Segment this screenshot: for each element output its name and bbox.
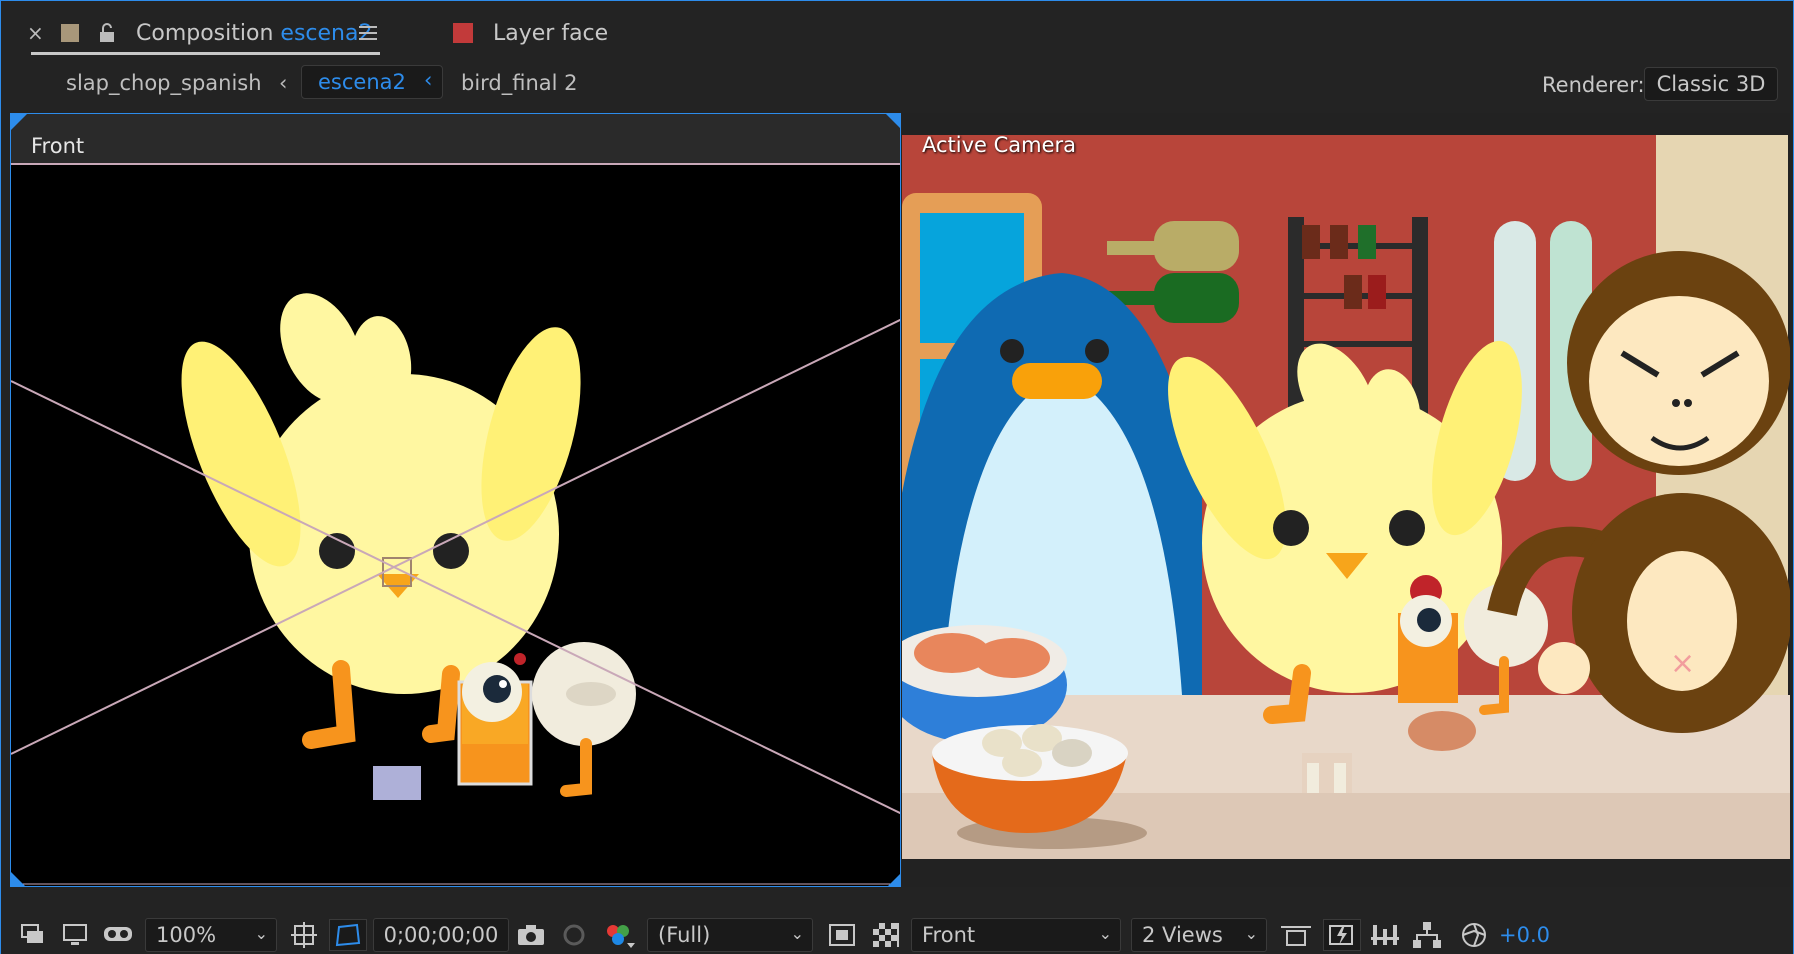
composition-color-swatch[interactable] bbox=[61, 15, 79, 51]
region-of-interest-icon[interactable] bbox=[329, 919, 367, 951]
breadcrumb-item-slap-chop[interactable]: slap_chop_spanish bbox=[66, 71, 262, 95]
timeline-icon[interactable] bbox=[1371, 919, 1399, 951]
close-icon[interactable]: × bbox=[27, 15, 44, 51]
svg-text:×: × bbox=[1670, 646, 1695, 681]
breadcrumb-item-active[interactable]: escena2 ‹ bbox=[301, 65, 443, 99]
front-view[interactable]: Front bbox=[10, 113, 901, 887]
composition-panel: × Composition escena2 Layer face slap_ch… bbox=[0, 0, 1794, 954]
channel-rgb-icon[interactable] bbox=[603, 919, 635, 951]
camera-gizmo[interactable] bbox=[373, 766, 421, 800]
resolution-dropdown[interactable]: (Full) ⌄ bbox=[647, 918, 813, 952]
layout-value: 2 Views bbox=[1142, 923, 1223, 947]
monitor-icon[interactable] bbox=[63, 919, 87, 951]
view-layout-dropdown[interactable]: 2 Views ⌄ bbox=[1131, 918, 1267, 952]
tab-composition-prefix: Composition bbox=[136, 20, 274, 46]
view-value: Front bbox=[922, 923, 976, 947]
renderer-label: Renderer: bbox=[1542, 73, 1645, 97]
toggle-pixel-aspect-icon[interactable] bbox=[1281, 919, 1311, 951]
small-figure[interactable] bbox=[1302, 753, 1352, 793]
panel-menu-icon[interactable] bbox=[359, 15, 377, 51]
grid-guides-icon[interactable] bbox=[291, 919, 317, 951]
tab-composition[interactable]: Composition escena2 bbox=[136, 15, 372, 51]
transparency-grid-icon[interactable] bbox=[873, 919, 899, 951]
snapshot-camera-icon[interactable] bbox=[517, 919, 545, 951]
always-preview-icon[interactable] bbox=[21, 919, 45, 951]
chevron-down-icon: ⌄ bbox=[254, 924, 268, 943]
composition-navigator: slap_chop_spanish ‹ escena2 ‹ bird_final… bbox=[1, 63, 1793, 105]
renderer-dropdown[interactable]: Classic 3D bbox=[1644, 67, 1778, 101]
active-camera-view[interactable]: Active Camera × bbox=[902, 113, 1790, 887]
front-view-canvas bbox=[11, 114, 900, 886]
exposure-value[interactable]: +0.0 bbox=[1499, 919, 1550, 951]
magnification-dropdown[interactable]: 100% ⌄ bbox=[145, 918, 277, 952]
chevron-left-icon: ‹ bbox=[279, 71, 288, 95]
3d-view-dropdown[interactable]: Front ⌄ bbox=[911, 918, 1121, 952]
resolution-value: (Full) bbox=[658, 923, 711, 947]
zoom-value: 100% bbox=[156, 923, 217, 947]
chevron-down-icon: ⌄ bbox=[1098, 924, 1112, 943]
breadcrumb-item-bird-final[interactable]: bird_final 2 bbox=[461, 71, 578, 95]
view-label-active-camera: Active Camera bbox=[922, 133, 1077, 157]
breadcrumb-item-escena2: escena2 bbox=[318, 70, 406, 94]
viewer-toolbar: 100% ⌄ 0;00;00;00 (Full) ⌄ Front ⌄ 2 Vie… bbox=[1, 915, 1793, 954]
active-camera-canvas: × bbox=[902, 113, 1790, 887]
active-tab-indicator bbox=[31, 52, 380, 55]
show-snapshot-icon[interactable] bbox=[561, 919, 587, 951]
chevron-left-icon: ‹ bbox=[424, 68, 433, 92]
exposure-reset-icon[interactable] bbox=[1461, 919, 1487, 951]
tab-bar: × Composition escena2 Layer face bbox=[1, 1, 1793, 57]
lock-icon[interactable] bbox=[98, 15, 116, 51]
flowchart-icon[interactable] bbox=[1413, 919, 1441, 951]
timecode-field[interactable]: 0;00;00;00 bbox=[373, 918, 509, 952]
vr-goggles-icon[interactable] bbox=[103, 919, 133, 951]
fast-previews-icon[interactable] bbox=[829, 919, 855, 951]
layer-color-swatch bbox=[453, 15, 473, 51]
chevron-down-icon: ⌄ bbox=[1244, 924, 1258, 943]
tab-layer-face[interactable]: Layer face bbox=[493, 15, 608, 51]
chevron-down-icon: ⌄ bbox=[790, 924, 804, 943]
fast-preview-lightning-icon[interactable] bbox=[1323, 919, 1361, 951]
